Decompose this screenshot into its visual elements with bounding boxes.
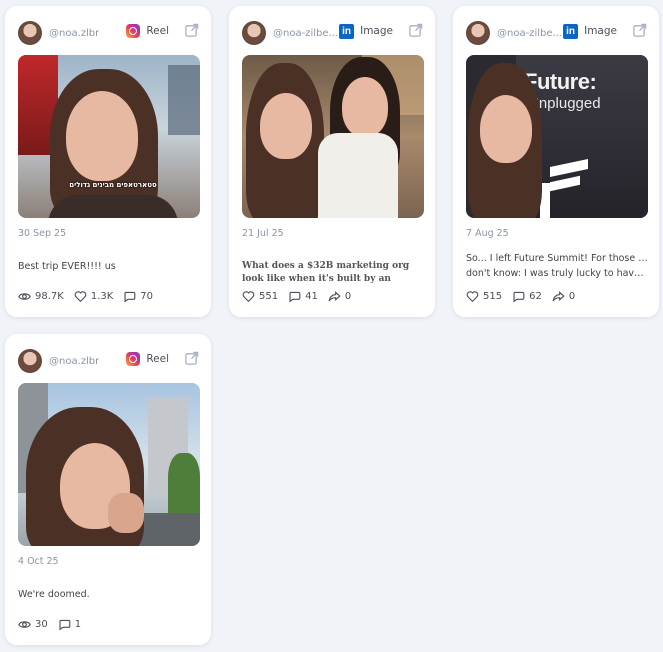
share-icon — [552, 291, 565, 302]
comment-icon — [124, 291, 136, 303]
views-count: 98.7K — [35, 291, 64, 302]
platform-badge: Reel — [126, 351, 169, 367]
comment-icon — [289, 291, 301, 303]
external-link-icon[interactable] — [184, 23, 199, 38]
linkedin-icon: in — [563, 23, 579, 39]
account-handle[interactable]: @noa-zilbe... — [497, 28, 562, 39]
shares-count: 0 — [344, 291, 352, 302]
likes-stat: 551 — [242, 290, 278, 303]
post-date: 21 Jul 25 — [242, 228, 284, 239]
comments-count: 41 — [305, 291, 318, 302]
platform-badge: Reel — [126, 23, 169, 39]
card-header: @noa.zlbr Reel — [5, 334, 211, 378]
post-caption: What does a $32B marketing org look like… — [242, 260, 424, 286]
comments-stat: 41 — [288, 290, 318, 303]
post-stats: 551 41 0 — [242, 290, 351, 303]
external-link-icon[interactable] — [408, 23, 423, 38]
comment-icon — [59, 619, 71, 631]
shares-count: 0 — [568, 291, 576, 302]
avatar[interactable] — [18, 21, 42, 45]
likes-stat: 1.3K — [74, 290, 113, 303]
post-date: 7 Aug 25 — [466, 228, 509, 239]
account-handle[interactable]: @noa.zlbr — [49, 356, 99, 367]
post-card[interactable]: @noa.zlbr Reel 4 Oct 25 We're doomed. 30… — [5, 334, 211, 645]
post-caption-text: What does a $32B marketing org look like… — [242, 261, 410, 284]
card-header: @noa-zilbe... in Image — [229, 6, 435, 50]
instagram-icon — [126, 24, 141, 38]
post-thumbnail[interactable]: סטארטאפים מבינים גדולים — [18, 55, 200, 218]
shares-stat: 0 — [328, 290, 351, 303]
linkedin-icon: in — [339, 23, 355, 39]
heart-icon — [74, 291, 87, 303]
platform-label: Image — [360, 25, 393, 37]
video-overlay-text: סטארטאפים מבינים גדולים — [69, 181, 157, 189]
card-header: @noa.zlbr Reel — [5, 6, 211, 50]
post-stats: 30 1 — [18, 618, 81, 631]
post-card[interactable]: @noa.zlbr Reel סטארטאפים מבינים גדולים 3… — [5, 6, 211, 317]
external-link-icon[interactable] — [184, 351, 199, 366]
likes-count: 551 — [259, 291, 279, 302]
post-caption: We're doomed. — [18, 589, 90, 600]
heart-icon — [466, 291, 479, 303]
post-stats: 98.7K 1.3K 70 — [18, 290, 153, 303]
account-handle[interactable]: @noa.zlbr — [49, 28, 99, 39]
comments-count: 62 — [529, 291, 542, 302]
post-caption-line2: don't know: I was truly lucky to have... — [466, 268, 648, 279]
post-stats: 515 62 0 — [466, 290, 575, 303]
likes-count: 1.3K — [90, 291, 114, 302]
post-thumbnail[interactable] — [18, 383, 200, 546]
post-caption-line1: So... I left Future Summit! For those wh… — [466, 253, 648, 264]
platform-badge: in Image — [339, 23, 393, 39]
card-header: @noa-zilbe... in Image — [453, 6, 659, 50]
platform-label: Reel — [146, 353, 169, 365]
post-thumbnail[interactable] — [242, 55, 424, 218]
comments-stat: 70 — [123, 290, 153, 303]
views-count: 30 — [35, 619, 48, 630]
avatar[interactable] — [242, 21, 266, 45]
comments-stat: 62 — [512, 290, 542, 303]
views-stat: 98.7K — [18, 290, 64, 303]
likes-stat: 515 — [466, 290, 502, 303]
post-caption: Best trip EVER!!!! us — [18, 261, 116, 272]
share-icon — [328, 291, 341, 302]
post-date: 4 Oct 25 — [18, 556, 59, 567]
external-link-icon[interactable] — [632, 23, 647, 38]
post-date: 30 Sep 25 — [18, 228, 67, 239]
avatar[interactable] — [466, 21, 490, 45]
shares-stat: 0 — [552, 290, 575, 303]
post-thumbnail[interactable]: Future: Unplugged — [466, 55, 648, 218]
platform-badge: in Image — [563, 23, 617, 39]
likes-count: 515 — [483, 291, 503, 302]
eye-icon — [18, 621, 31, 628]
post-card[interactable]: @noa-zilbe... in Image 21 Jul 25 What do… — [229, 6, 435, 317]
comment-icon — [513, 291, 525, 303]
platform-label: Reel — [146, 25, 169, 37]
comments-count: 1 — [74, 619, 82, 630]
comments-stat: 1 — [58, 618, 81, 631]
post-card[interactable]: @noa-zilbe... in Image Future: Unplugged… — [453, 6, 659, 317]
account-handle[interactable]: @noa-zilbe... — [273, 28, 338, 39]
comments-count: 70 — [140, 291, 154, 302]
avatar[interactable] — [18, 349, 42, 373]
platform-label: Image — [584, 25, 617, 37]
instagram-icon — [126, 352, 141, 366]
heart-icon — [242, 291, 255, 303]
views-stat: 30 — [18, 618, 48, 631]
post-caption: So... I left Future Summit! For those wh… — [466, 251, 648, 281]
eye-icon — [18, 293, 31, 300]
